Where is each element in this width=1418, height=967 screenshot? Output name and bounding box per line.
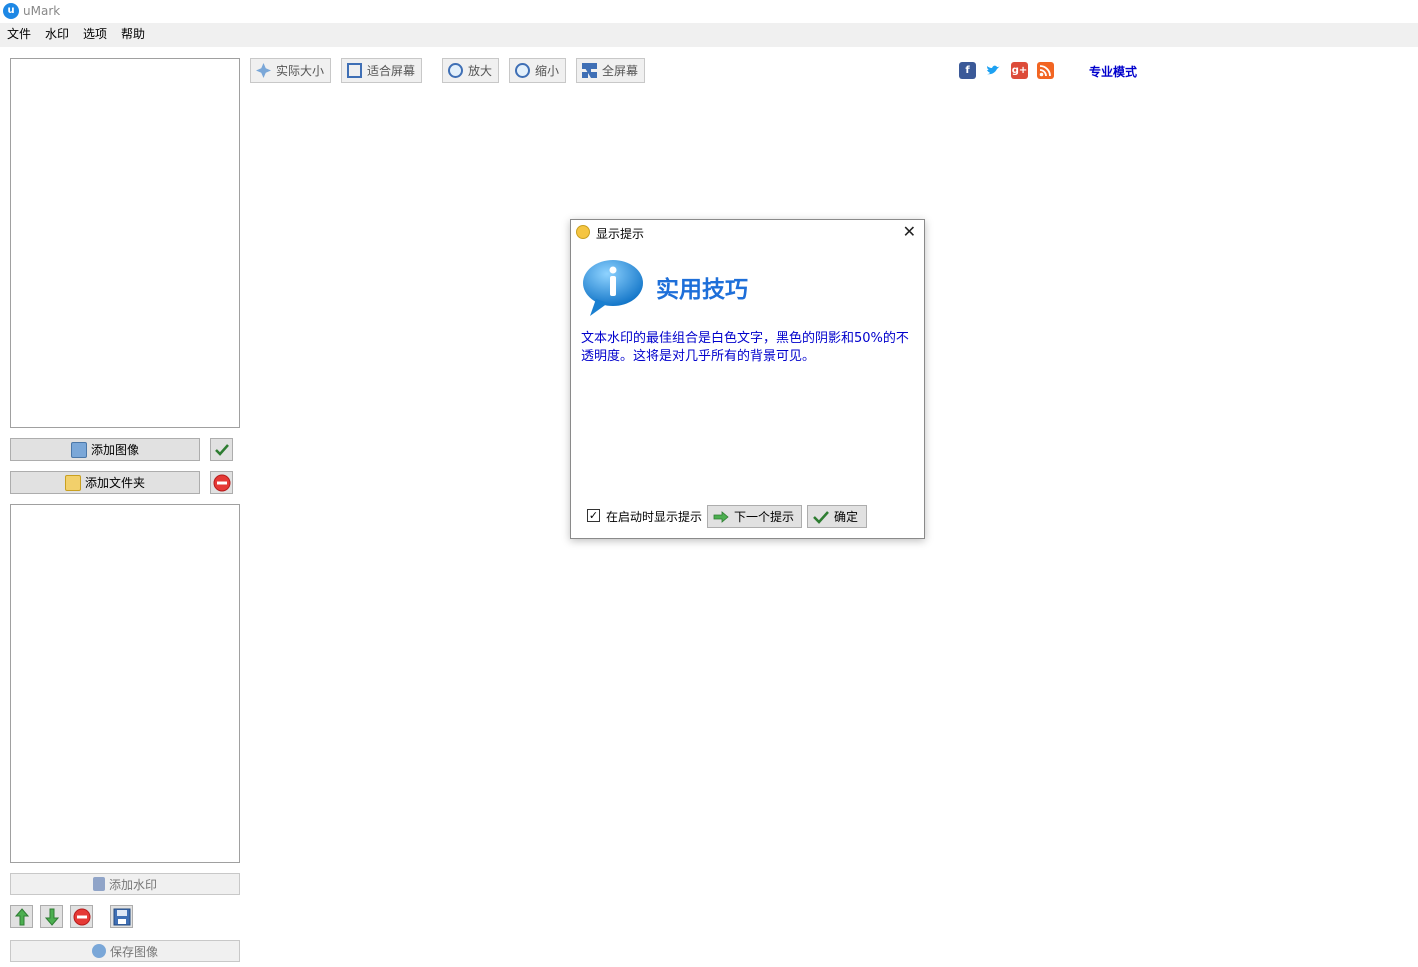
remove-watermark-button[interactable]: [70, 905, 93, 928]
arrow-up-icon: [14, 907, 29, 925]
app-logo-icon: u: [3, 3, 19, 19]
next-tip-button[interactable]: 下一个提示: [707, 505, 802, 528]
show-on-startup-label[interactable]: 在启动时显示提示: [606, 508, 702, 525]
zoom-out-icon: [515, 63, 530, 78]
add-image-label: 添加图像: [90, 443, 139, 457]
add-folder-button[interactable]: 添加文件夹: [10, 471, 200, 494]
save-image-button[interactable]: 保存图像: [10, 940, 240, 962]
facebook-icon[interactable]: f: [959, 62, 976, 79]
pro-mode-link[interactable]: 专业模式: [1089, 63, 1137, 80]
ok-label: 确定: [834, 510, 859, 524]
actual-size-icon: [256, 63, 271, 78]
close-icon[interactable]: ✕: [903, 222, 916, 241]
remove-image-button[interactable]: [210, 471, 233, 494]
menu-options[interactable]: 选项: [83, 25, 107, 42]
arrow-right-icon: [713, 510, 729, 523]
lightbulb-icon: [576, 225, 590, 239]
info-bubble-icon: [583, 260, 643, 316]
save-watermark-button[interactable]: [110, 905, 133, 928]
show-on-startup-checkbox[interactable]: ✓: [587, 509, 600, 522]
menu-file[interactable]: 文件: [7, 25, 31, 42]
rss-icon[interactable]: [1037, 62, 1054, 79]
fit-screen-label: 适合屏幕: [367, 64, 416, 78]
menu-help[interactable]: 帮助: [121, 25, 145, 42]
confirm-images-button[interactable]: [210, 438, 233, 461]
zoom-in-icon: [448, 63, 463, 78]
dialog-heading: 实用技巧: [656, 277, 748, 303]
zoom-out-button[interactable]: 缩小: [509, 58, 566, 83]
add-folder-label: 添加文件夹: [84, 476, 145, 490]
fit-screen-icon: [347, 63, 362, 78]
fit-screen-button[interactable]: 适合屏幕: [341, 58, 422, 83]
next-tip-label: 下一个提示: [734, 510, 795, 524]
arrow-down-icon: [44, 908, 59, 926]
actual-size-label: 实际大小: [276, 64, 325, 78]
fullscreen-button[interactable]: 全屏幕: [576, 58, 645, 83]
floppy-disk-icon: [113, 908, 130, 925]
window-title: uMark: [23, 4, 61, 18]
add-watermark-label: 添加水印: [108, 877, 157, 892]
watermark-icon: [92, 877, 105, 891]
watermark-list[interactable]: [10, 504, 240, 863]
fullscreen-label: 全屏幕: [602, 64, 639, 78]
save-image-label: 保存图像: [109, 944, 158, 959]
image-list[interactable]: [10, 58, 240, 428]
move-up-button[interactable]: [10, 905, 33, 928]
remove-icon: [73, 908, 90, 925]
add-image-icon: [70, 441, 87, 458]
tip-dialog: 显示提示 ✕ 实用技巧 文本水印的最佳组合是白色文字，黑色的阴影和50%的不透明…: [570, 219, 925, 539]
zoom-out-label: 缩小: [535, 64, 560, 78]
fullscreen-icon: [582, 63, 597, 78]
menu-bar: 文件 水印 选项 帮助: [0, 23, 1418, 47]
menu-watermark[interactable]: 水印: [45, 25, 69, 42]
remove-icon: [213, 474, 230, 491]
title-bar: u uMark: [0, 0, 1418, 23]
folder-icon: [64, 474, 81, 491]
checkmark-icon: [214, 443, 229, 456]
tip-text: 文本水印的最佳组合是白色文字，黑色的阴影和50%的不透明度。这将是对几乎所有的背…: [581, 331, 909, 364]
dialog-title: 显示提示: [596, 227, 645, 241]
move-down-button[interactable]: [40, 905, 63, 928]
add-watermark-button[interactable]: 添加水印: [10, 873, 240, 895]
zoom-in-button[interactable]: 放大: [442, 58, 499, 83]
google-plus-icon[interactable]: g+: [1011, 62, 1028, 79]
save-image-icon: [91, 944, 106, 958]
zoom-in-label: 放大: [468, 64, 493, 78]
checkmark-icon: [813, 510, 829, 524]
add-image-button[interactable]: 添加图像: [10, 438, 200, 461]
actual-size-button[interactable]: 实际大小: [250, 58, 331, 83]
twitter-icon[interactable]: [985, 62, 1002, 79]
ok-button[interactable]: 确定: [807, 505, 867, 528]
